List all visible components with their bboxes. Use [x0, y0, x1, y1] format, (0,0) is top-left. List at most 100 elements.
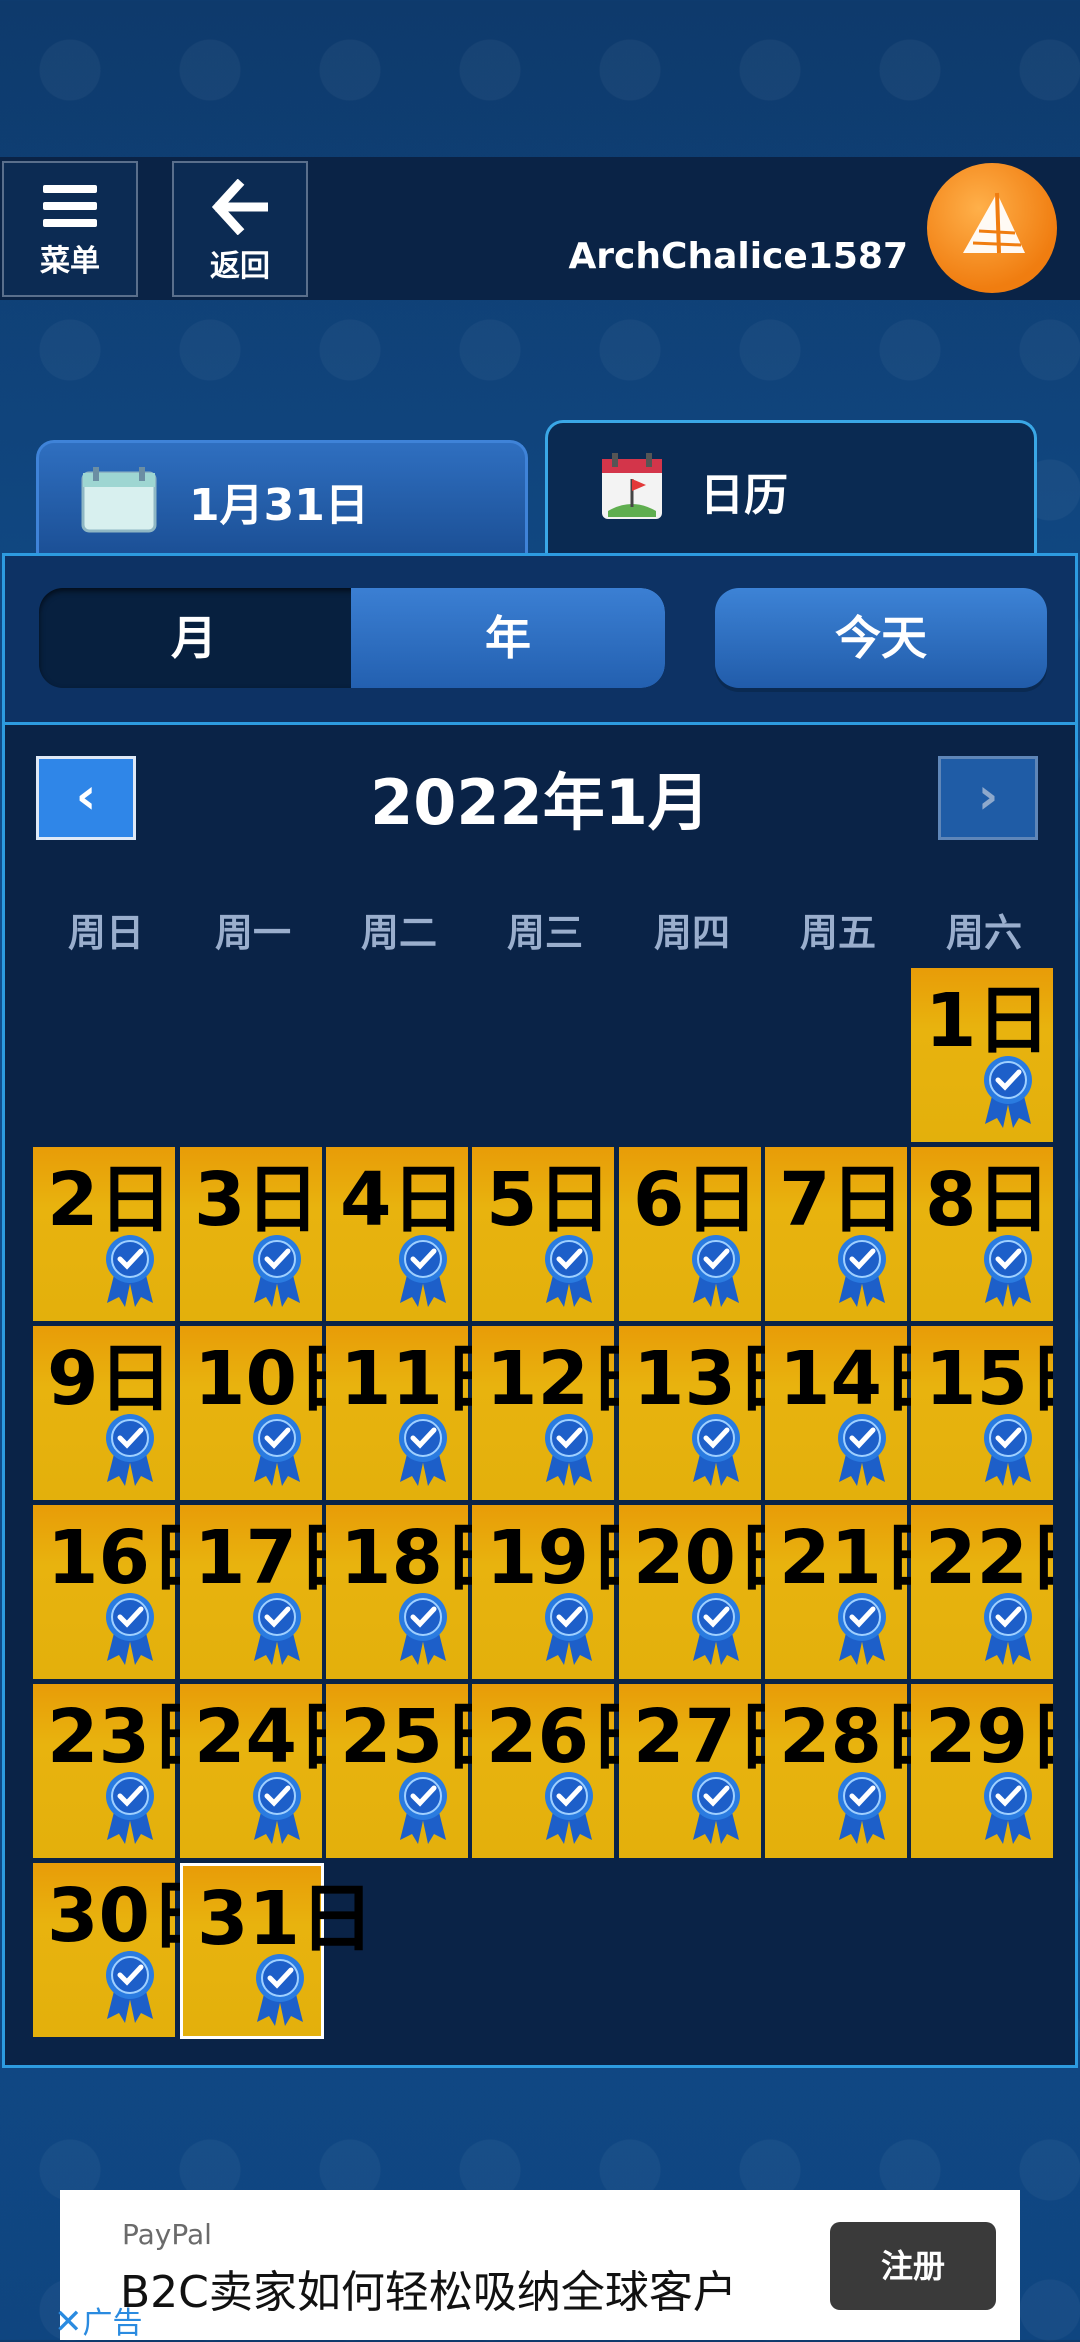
ad-text: B2C卖家如何轻松吸纳全球客户: [120, 2267, 737, 2318]
weekday-label: 周日: [67, 911, 144, 955]
medal-check-icon: [833, 1410, 891, 1490]
day-cell[interactable]: 5日: [472, 1147, 616, 1323]
day-cell[interactable]: 21日: [765, 1505, 956, 1681]
medal-check-icon: [248, 1231, 306, 1311]
day-number: 22日: [925, 1515, 1053, 1601]
day-number: 1日: [925, 978, 1051, 1064]
day-cell[interactable]: 29日: [911, 1684, 1055, 1860]
medal-check-icon: [394, 1410, 452, 1490]
medal-check-icon: [833, 1589, 891, 1669]
day-number: 4日: [340, 1157, 466, 1243]
day-number: 7日: [779, 1157, 905, 1243]
day-cell[interactable]: 13日: [619, 1326, 810, 1502]
day-cell[interactable]: 16日: [33, 1505, 224, 1681]
username: ArchChalice1587: [568, 236, 908, 277]
day-cell[interactable]: 17日: [180, 1505, 371, 1681]
medal-check-icon: [540, 1231, 598, 1311]
ad-banner[interactable]: PayPal B2C卖家如何轻松吸纳全球客户 注册 ✕广告: [54, 2190, 1020, 2342]
day-cell[interactable]: 2日: [33, 1147, 177, 1323]
day-cell[interactable]: 26日: [472, 1684, 663, 1860]
day-cell[interactable]: 10日: [180, 1326, 371, 1502]
medal-check-icon: [101, 1589, 159, 1669]
day-number: 9日: [47, 1336, 173, 1422]
tab-date[interactable]: 1月31日: [36, 440, 528, 556]
medal-check-icon: [248, 1589, 306, 1669]
today-button[interactable]: 今天: [715, 588, 1047, 688]
day-cell[interactable]: 20日: [619, 1505, 810, 1681]
month-title: 2022年1月: [370, 766, 710, 839]
day-number: 2日: [47, 1157, 173, 1243]
medal-check-icon: [394, 1231, 452, 1311]
day-cell[interactable]: 4日: [326, 1147, 470, 1323]
medal-check-icon: [540, 1768, 598, 1848]
day-cell[interactable]: 19日: [472, 1505, 663, 1681]
day-cell[interactable]: 22日: [911, 1505, 1055, 1681]
avatar[interactable]: [927, 163, 1057, 293]
day-cell[interactable]: 11日: [326, 1326, 517, 1502]
view-segmented-control: 月 年: [39, 588, 665, 688]
medal-check-icon: [101, 1768, 159, 1848]
day-number: 29日: [925, 1694, 1053, 1780]
day-number: 8日: [925, 1157, 1051, 1243]
day-cell[interactable]: 24日: [180, 1684, 371, 1860]
ad-brand: PayPal: [122, 2218, 212, 2251]
medal-check-icon: [687, 1410, 745, 1490]
day-cell[interactable]: 25日: [326, 1684, 517, 1860]
menu-icon: [43, 185, 97, 227]
year-view-button[interactable]: 年: [351, 588, 665, 688]
day-cell[interactable]: 1日: [911, 968, 1055, 1144]
medal-check-icon: [833, 1768, 891, 1848]
day-cell[interactable]: 6日: [619, 1147, 763, 1323]
menu-label: 菜单: [40, 244, 100, 279]
close-icon[interactable]: ✕: [54, 2302, 83, 2342]
next-month-button[interactable]: ›: [938, 756, 1038, 840]
day-cell[interactable]: 18日: [326, 1505, 517, 1681]
weekday-label: 周四: [653, 911, 730, 955]
weekday-label: 周六: [945, 911, 1022, 955]
month-view-button[interactable]: 月: [39, 588, 349, 688]
medal-check-icon: [540, 1410, 598, 1490]
day-cell[interactable]: 30日: [33, 1863, 224, 2039]
day-cell[interactable]: 27日: [619, 1684, 810, 1860]
day-number: 31日: [197, 1876, 374, 1962]
medal-check-icon: [394, 1768, 452, 1848]
tab-calendar-label: 日历: [700, 470, 788, 521]
back-label: 返回: [210, 249, 270, 284]
chevron-right-icon: ›: [977, 767, 999, 825]
weekday-label: 周一: [214, 911, 291, 955]
day-cell[interactable]: 12日: [472, 1326, 663, 1502]
view-controls: 月 年 今天: [5, 556, 1075, 725]
menu-button[interactable]: 菜单: [2, 161, 138, 297]
medal-check-icon: [394, 1589, 452, 1669]
medal-check-icon: [979, 1589, 1037, 1669]
avatar-icon: [963, 192, 1025, 254]
day-cell[interactable]: 7日: [765, 1147, 909, 1323]
calendar-flag-icon: [600, 451, 664, 525]
medal-check-icon: [979, 1410, 1037, 1490]
day-cell[interactable]: 23日: [33, 1684, 224, 1860]
medal-check-icon: [979, 1052, 1037, 1132]
weekday-label: 周二: [360, 911, 437, 955]
medal-check-icon: [687, 1768, 745, 1848]
day-cell[interactable]: 28日: [765, 1684, 956, 1860]
medal-check-icon: [101, 1947, 159, 2027]
top-bar: [0, 157, 1080, 300]
ad-register-button[interactable]: 注册: [830, 2222, 996, 2310]
ad-tag-label: 广告: [82, 2306, 143, 2341]
ad-tag[interactable]: ✕广告: [54, 2298, 143, 2342]
medal-check-icon: [687, 1589, 745, 1669]
day-cell[interactable]: 31日: [180, 1863, 374, 2039]
medal-check-icon: [248, 1410, 306, 1490]
tab-calendar[interactable]: 日历: [545, 420, 1037, 556]
back-button[interactable]: 返回: [172, 161, 308, 297]
medal-check-icon: [251, 1950, 309, 2030]
day-cell[interactable]: 8日: [911, 1147, 1055, 1323]
day-cell[interactable]: 14日: [765, 1326, 956, 1502]
medal-check-icon: [833, 1231, 891, 1311]
day-number: 5日: [486, 1157, 612, 1243]
day-cell[interactable]: 3日: [180, 1147, 324, 1323]
day-number: 3日: [194, 1157, 320, 1243]
day-cell[interactable]: 9日: [33, 1326, 177, 1502]
day-cell[interactable]: 15日: [911, 1326, 1055, 1502]
medal-check-icon: [979, 1231, 1037, 1311]
